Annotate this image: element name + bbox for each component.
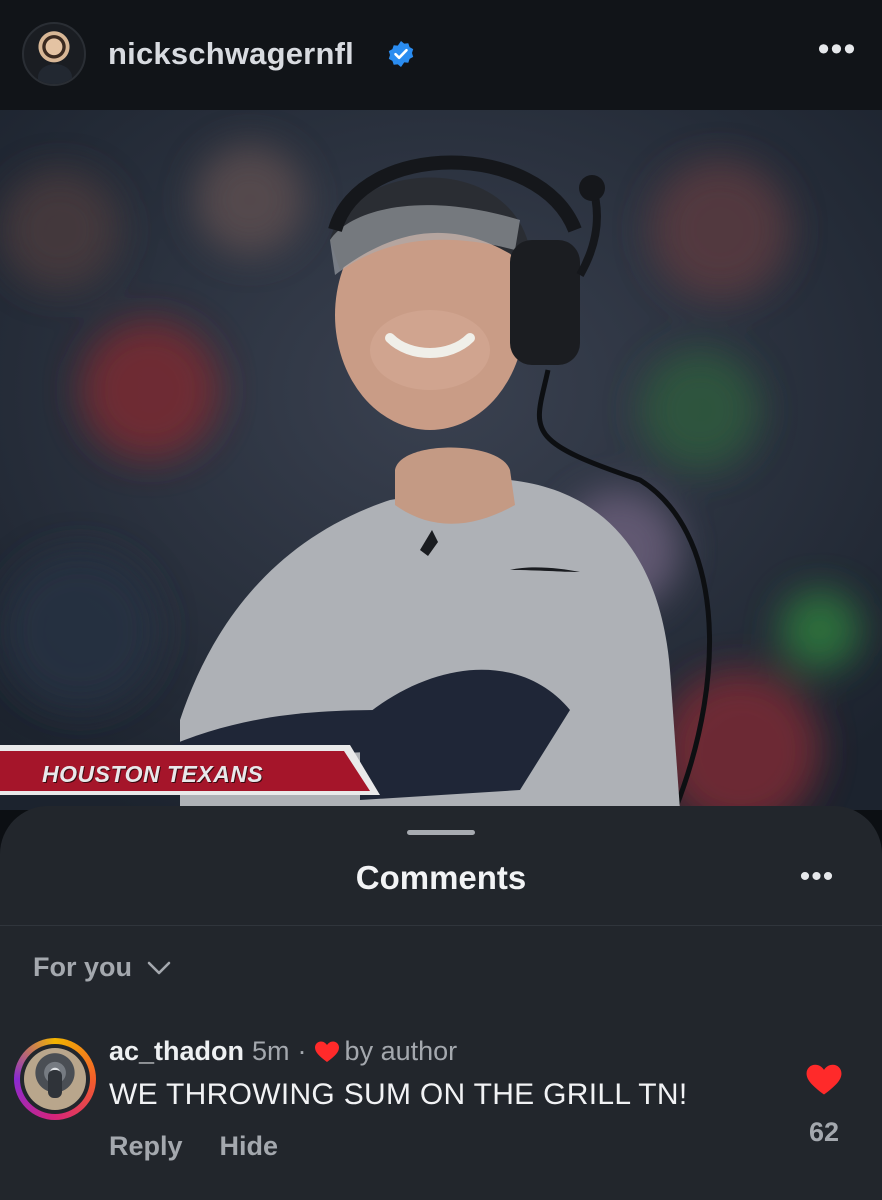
heart-icon [314,1041,339,1062]
filter-label: For you [33,952,132,982]
comment-meta: ac_thadon 5m · by author [109,1036,457,1067]
like-heart-icon[interactable] [806,1064,842,1096]
sheet-divider [0,925,882,926]
team-banner-label: HOUSTON TEXANS [42,761,264,787]
verified-badge-icon [388,41,414,67]
comment-actions: Reply Hide [109,1131,278,1162]
comments-title: Comments [355,859,527,896]
commenter-username[interactable]: ac_thadon [109,1036,244,1067]
comment-time: 5m [252,1036,290,1066]
sheet-grabber-handle[interactable] [407,830,475,835]
author-avatar[interactable] [22,22,86,86]
like-count: 62 [808,1117,840,1147]
hide-button[interactable]: Hide [220,1131,279,1162]
liked-by-author-label: by author [344,1036,458,1066]
comment-text: WE THROWING SUM ON THE GRILL TN! [109,1078,688,1111]
post-photo[interactable] [0,110,882,810]
coach-photo-illustration [0,110,882,810]
post-more-options-button[interactable]: ••• [812,32,862,74]
chevron-down-icon [147,961,171,974]
post-header: nickschwagernfl ••• [0,0,882,110]
meta-separator: · [297,1036,307,1066]
author-username[interactable]: nickschwagernfl [108,36,354,72]
commenter-avatar[interactable] [24,1048,86,1110]
comments-more-options-button[interactable]: ••• [792,862,842,900]
comments-filter-dropdown[interactable]: For you [33,952,172,983]
reply-button[interactable]: Reply [109,1131,183,1162]
